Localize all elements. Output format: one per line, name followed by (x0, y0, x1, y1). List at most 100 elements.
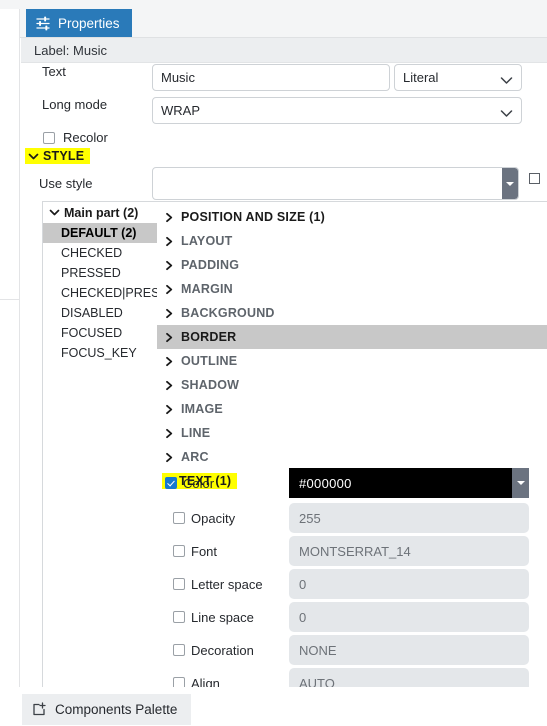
part-state-focus-key[interactable]: FOCUS_KEY (43, 343, 157, 363)
parts-group-main[interactable]: Main part (2) (43, 202, 157, 223)
text-prop-color-label: Color (183, 475, 215, 491)
chevron-right-icon (165, 404, 174, 415)
selected-object-label: Label: Music (34, 42, 107, 58)
use-style-label: Use style (39, 176, 93, 191)
tab-properties[interactable]: Properties (26, 9, 132, 37)
text-prop-letter-space-label-wrap: Letter space (157, 577, 289, 592)
text-prop-font-label: Font (191, 543, 218, 559)
bottom-tab-bar: Components Palette (0, 692, 547, 726)
components-palette-label: Components Palette (55, 702, 178, 717)
prop-group-shadow[interactable]: SHADOW (157, 373, 547, 397)
text-mode-combo[interactable]: Literal (394, 64, 522, 91)
style-properties-list: POSITION AND SIZE (1) LAYOUT PADDING MAR… (157, 201, 547, 689)
text-value: Music (161, 70, 195, 85)
use-style-value (153, 168, 502, 199)
triangle-down-icon (516, 481, 525, 485)
prop-group-position-and-size[interactable]: POSITION AND SIZE (1) (157, 205, 547, 229)
part-state-checked[interactable]: CHECKED (43, 243, 157, 263)
long-mode-combo[interactable]: WRAP (152, 97, 522, 124)
chevron-right-icon (165, 260, 174, 271)
prop-group-outline[interactable]: OUTLINE (157, 349, 547, 373)
text-prop-letter-space-value[interactable]: 0 (289, 569, 529, 599)
prop-group-label: LAYOUT (181, 234, 233, 248)
text-prop-decoration-row: Decoration NONE (157, 634, 547, 666)
text-prop-line-space-checkbox[interactable] (173, 611, 185, 623)
triangle-down-icon (506, 181, 514, 186)
chevron-down-icon (500, 106, 513, 117)
long-mode-value: WRAP (161, 103, 200, 118)
text-prop-decoration-label-wrap: Decoration (157, 643, 289, 658)
text-prop-font-row: Font MONTSERRAT_14 (157, 535, 547, 567)
chevron-right-icon (165, 356, 174, 367)
text-prop-font-checkbox[interactable] (173, 545, 185, 557)
chevron-right-icon (165, 332, 174, 343)
chevron-right-icon (165, 236, 174, 247)
chevron-right-icon (165, 428, 174, 439)
text-prop-align-row: Align AUTO (157, 667, 547, 689)
add-panel-icon (32, 702, 47, 717)
prop-group-line[interactable]: LINE (157, 421, 547, 445)
text-prop-font-label-wrap: Font (157, 544, 289, 559)
use-style-dropdown-button[interactable] (502, 168, 518, 199)
text-prop-align-value[interactable]: AUTO (289, 668, 529, 689)
prop-group-arc[interactable]: ARC (157, 445, 547, 469)
prop-group-padding[interactable]: PADDING (157, 253, 547, 277)
text-prop-opacity-label-wrap: Opacity (157, 511, 289, 526)
part-state-pressed[interactable]: PRESSED (43, 263, 157, 283)
chevron-right-icon (165, 212, 174, 223)
text-prop-color-value: #000000 (299, 475, 352, 491)
prop-group-label: PADDING (181, 258, 240, 272)
prop-group-label: IMAGE (181, 402, 223, 416)
prop-group-label: OUTLINE (181, 354, 238, 368)
left-side-rail (0, 9, 20, 690)
use-style-side-checkbox[interactable] (529, 173, 540, 184)
prop-group-border[interactable]: BORDER (157, 325, 547, 349)
part-state-disabled[interactable]: DISABLED (43, 303, 157, 323)
recolor-checkbox[interactable] (43, 131, 55, 144)
selected-object-header: Label: Music (21, 38, 547, 63)
prop-group-margin[interactable]: MARGIN (157, 277, 547, 301)
sliders-icon (35, 16, 51, 31)
parts-group-label: Main part (2) (64, 205, 139, 220)
text-prop-opacity-label: Opacity (191, 510, 236, 526)
recolor-label: Recolor (63, 130, 108, 145)
text-prop-opacity-value[interactable]: 255 (289, 503, 529, 533)
prop-group-label: ARC (181, 450, 209, 464)
text-prop-color-value-field[interactable]: #000000 (289, 468, 529, 498)
text-prop-decoration-value[interactable]: NONE (289, 635, 529, 665)
text-prop-font-value[interactable]: MONTSERRAT_14 (289, 536, 529, 566)
text-prop-letter-space-checkbox[interactable] (173, 578, 185, 590)
part-state-default[interactable]: DEFAULT (2) (43, 223, 157, 243)
chevron-right-icon (165, 452, 174, 463)
style-parts-tree: Main part (2) DEFAULT (2) CHECKED PRESSE… (42, 201, 157, 689)
prop-group-label: BORDER (181, 330, 237, 344)
prop-group-label: SHADOW (181, 378, 240, 392)
text-prop-letter-space-row: Letter space 0 (157, 568, 547, 600)
style-section-header[interactable]: STYLE (25, 148, 91, 164)
long-mode-row-label: Long mode (42, 97, 108, 112)
prop-group-label: POSITION AND SIZE (1) (181, 210, 326, 224)
tab-components-palette[interactable]: Components Palette (22, 694, 192, 725)
text-prop-letter-space-label: Letter space (191, 576, 263, 592)
recolor-row[interactable]: Recolor (43, 130, 108, 145)
text-prop-color-label-wrap: Color (157, 476, 289, 491)
text-value-input[interactable]: Music (152, 64, 390, 91)
use-style-combo[interactable] (152, 167, 519, 200)
prop-group-image[interactable]: IMAGE (157, 397, 547, 421)
color-dropdown-button[interactable] (512, 468, 529, 498)
rail-divider (0, 299, 20, 300)
text-prop-color-row: Color #000000 (157, 467, 547, 499)
text-prop-color-checkbox[interactable] (165, 477, 177, 489)
long-mode-row-label-wrap: Long mode (42, 97, 107, 112)
part-state-focused[interactable]: FOCUSED (43, 323, 157, 343)
text-prop-opacity-row: Opacity 255 (157, 502, 547, 534)
part-state-checked-pressed[interactable]: CHECKED|PRESSED (43, 283, 157, 303)
text-row-label-wrap: Text (42, 64, 66, 79)
prop-group-layout[interactable]: LAYOUT (157, 229, 547, 253)
tab-label: Properties (58, 15, 120, 31)
text-prop-line-space-value[interactable]: 0 (289, 602, 529, 632)
text-prop-decoration-checkbox[interactable] (173, 644, 185, 656)
text-prop-decoration-label: Decoration (191, 642, 254, 658)
prop-group-background[interactable]: BACKGROUND (157, 301, 547, 325)
text-prop-opacity-checkbox[interactable] (173, 512, 185, 524)
